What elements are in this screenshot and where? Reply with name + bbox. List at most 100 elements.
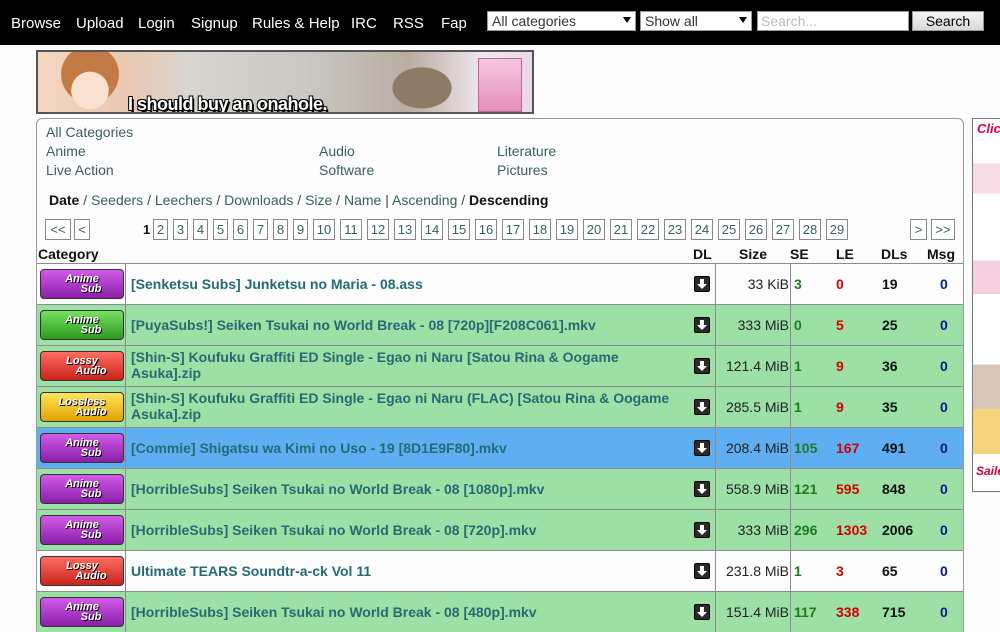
nav-browse-link[interactable]: Browse <box>11 15 61 32</box>
page-number-button[interactable]: 27 <box>772 219 794 240</box>
nav-signup-link[interactable]: Signup <box>191 15 238 32</box>
category-badge[interactable]: Anime Sub <box>40 515 124 545</box>
page-number-button[interactable]: 29 <box>826 219 848 240</box>
page-number-button[interactable]: 16 <box>475 219 497 240</box>
comments-count[interactable]: 0 <box>940 522 948 538</box>
category-live-action-link[interactable]: Live Action <box>46 162 114 178</box>
comments-count[interactable]: 0 <box>940 276 948 292</box>
category-anime-link[interactable]: Anime <box>46 143 86 159</box>
comments-count[interactable]: 0 <box>940 399 948 415</box>
column-dls-header[interactable]: DLs <box>881 246 907 262</box>
category-badge[interactable]: Lossy Audio <box>40 351 124 381</box>
category-badge[interactable]: Anime Sub <box>40 433 124 463</box>
nav-rules-help-link[interactable]: Rules & Help <box>252 15 340 32</box>
page-number-button[interactable]: 21 <box>610 219 632 240</box>
download-icon[interactable] <box>694 399 710 415</box>
nav-rss-link[interactable]: RSS <box>393 15 424 32</box>
torrent-name-link[interactable]: Ultimate TEARS Soundtr-a-ck Vol 11 <box>131 563 687 579</box>
sort-leechers-link[interactable]: Leechers <box>155 192 213 208</box>
page-number-button[interactable]: 25 <box>718 219 740 240</box>
nav-fap-link[interactable]: Fap <box>441 15 467 32</box>
page-number-button[interactable]: 26 <box>745 219 767 240</box>
nav-irc-link[interactable]: IRC <box>351 15 377 32</box>
category-software-link[interactable]: Software <box>319 162 374 178</box>
download-icon[interactable] <box>694 358 710 374</box>
sort-downloads-link[interactable]: Downloads <box>224 192 293 208</box>
sort-descending-link[interactable]: Descending <box>469 192 548 208</box>
sort-size-link[interactable]: Size <box>305 192 332 208</box>
page-last-button[interactable]: >> <box>931 219 955 240</box>
torrent-name-link[interactable]: [HorribleSubs] Seiken Tsukai no World Br… <box>131 522 687 538</box>
download-icon[interactable] <box>694 317 710 333</box>
page-number-button[interactable]: 10 <box>313 219 335 240</box>
torrent-name-link[interactable]: [Shin-S] Koufuku Graffiti ED Single - Eg… <box>131 390 687 422</box>
category-badge[interactable]: Anime Sub <box>40 597 124 627</box>
category-badge[interactable]: Anime Sub <box>40 269 124 299</box>
torrent-name-link[interactable]: [HorribleSubs] Seiken Tsukai no World Br… <box>131 604 687 620</box>
sort-seeders-link[interactable]: Seeders <box>91 192 143 208</box>
column-le-header[interactable]: LE <box>836 246 854 262</box>
download-icon[interactable] <box>694 440 710 456</box>
page-number-button[interactable]: 22 <box>637 219 659 240</box>
torrent-name-link[interactable]: [PuyaSubs!] Seiken Tsukai no World Break… <box>131 317 687 333</box>
nav-login-link[interactable]: Login <box>138 15 175 32</box>
page-number-button[interactable]: 6 <box>233 219 248 240</box>
search-button[interactable]: Search <box>912 11 984 31</box>
filter-select[interactable]: Show all <box>640 11 752 31</box>
column-se-header[interactable]: SE <box>790 246 809 262</box>
torrent-name-link[interactable]: [Shin-S] Koufuku Graffiti ED Single - Eg… <box>131 349 687 381</box>
download-icon[interactable] <box>694 604 710 620</box>
page-number-button[interactable]: 4 <box>193 219 208 240</box>
category-pictures-link[interactable]: Pictures <box>497 162 548 178</box>
page-number-button[interactable]: 14 <box>421 219 443 240</box>
download-icon[interactable] <box>694 481 710 497</box>
page-number-button[interactable]: 19 <box>556 219 578 240</box>
category-badge[interactable]: Lossless Audio <box>40 392 124 422</box>
torrent-name-link[interactable]: [Commie] Shigatsu wa Kimi no Uso - 19 [8… <box>131 440 687 456</box>
comments-count[interactable]: 0 <box>940 604 948 620</box>
page-number-button[interactable]: 20 <box>583 219 605 240</box>
sort-name-link[interactable]: Name <box>344 192 381 208</box>
sort-date-link[interactable]: Date <box>49 192 79 208</box>
category-badge[interactable]: Lossy Audio <box>40 556 124 586</box>
category-badge[interactable]: Anime Sub <box>40 474 124 504</box>
search-input[interactable]: Search... <box>757 11 909 31</box>
page-number-button[interactable]: 23 <box>664 219 686 240</box>
page-first-button[interactable]: << <box>45 219 71 240</box>
page-number-button[interactable]: 2 <box>153 219 168 240</box>
comments-count[interactable]: 0 <box>940 358 948 374</box>
page-number-button[interactable]: 11 <box>340 219 362 240</box>
page-number-button[interactable]: 28 <box>799 219 821 240</box>
comments-count[interactable]: 0 <box>940 440 948 456</box>
download-icon[interactable] <box>694 563 710 579</box>
category-literature-link[interactable]: Literature <box>497 143 556 159</box>
category-select[interactable]: All categories <box>487 11 636 31</box>
category-all-link[interactable]: All Categories <box>46 124 133 140</box>
page-number-button[interactable]: 5 <box>213 219 228 240</box>
page-number-button[interactable]: 18 <box>529 219 551 240</box>
download-icon[interactable] <box>694 522 710 538</box>
torrent-name-link[interactable]: [HorribleSubs] Seiken Tsukai no World Br… <box>131 481 687 497</box>
nav-upload-link[interactable]: Upload <box>76 15 124 32</box>
page-number-button[interactable]: 12 <box>367 219 389 240</box>
page-number-button[interactable]: 13 <box>394 219 416 240</box>
page-number-button[interactable]: 8 <box>273 219 288 240</box>
page-number-button[interactable]: 15 <box>448 219 470 240</box>
page-number-button[interactable]: 24 <box>691 219 713 240</box>
page-number-button[interactable]: 9 <box>293 219 308 240</box>
comments-count[interactable]: 0 <box>940 563 948 579</box>
torrent-name-link[interactable]: [Senketsu Subs] Junketsu no Maria - 08.a… <box>131 276 687 292</box>
comments-count[interactable]: 0 <box>940 317 948 333</box>
page-next-button[interactable]: > <box>910 219 927 240</box>
comments-count[interactable]: 0 <box>940 481 948 497</box>
page-number-button[interactable]: 3 <box>173 219 188 240</box>
side-ad[interactable]: Clic Saile Proj <box>972 118 1000 492</box>
banner-ad[interactable]: I should buy an onahole. <box>36 50 534 114</box>
page-number-button[interactable]: 7 <box>253 219 268 240</box>
column-size-header[interactable]: Size <box>739 246 767 262</box>
category-badge[interactable]: Anime Sub <box>40 310 124 340</box>
category-audio-link[interactable]: Audio <box>319 143 355 159</box>
page-prev-button[interactable]: < <box>74 219 90 240</box>
download-icon[interactable] <box>694 276 710 292</box>
sort-ascending-link[interactable]: Ascending <box>392 192 457 208</box>
